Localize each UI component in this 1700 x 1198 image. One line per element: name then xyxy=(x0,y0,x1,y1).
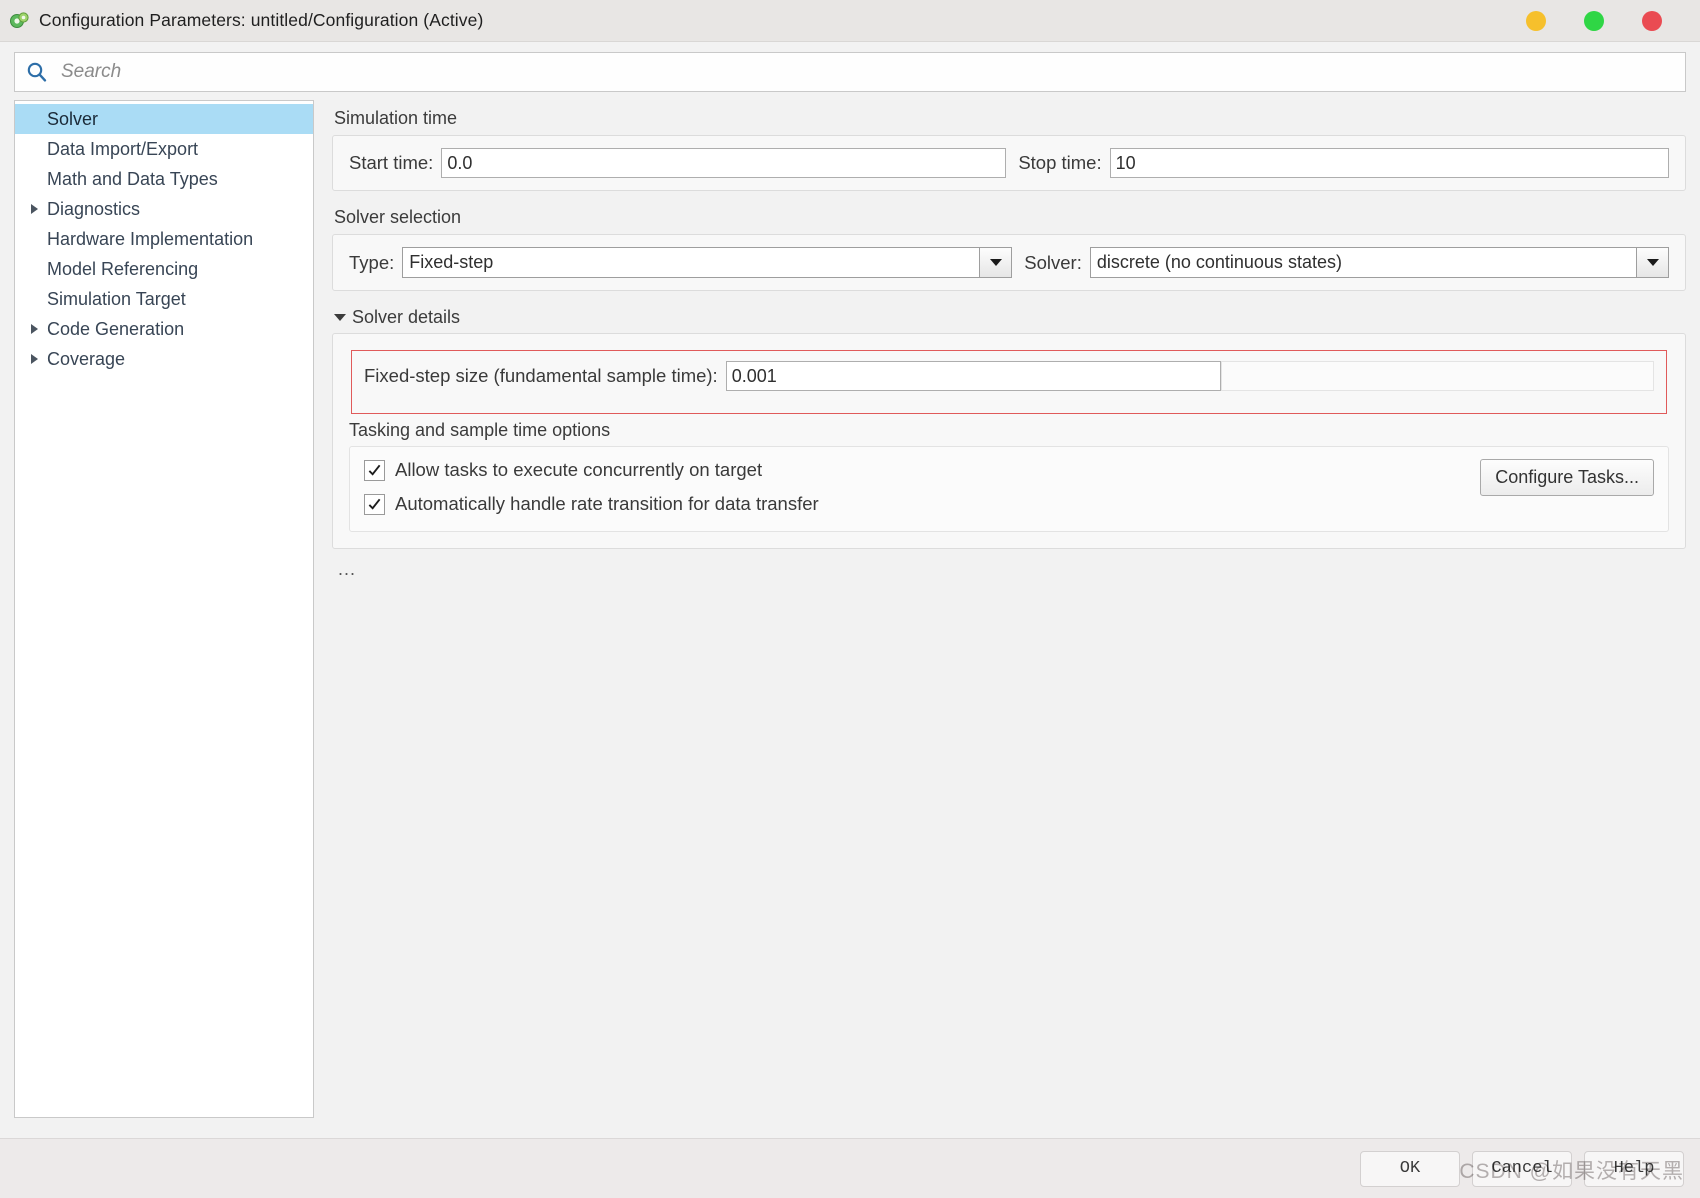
sidebar-item-label: Hardware Implementation xyxy=(47,228,254,249)
help-button[interactable]: Help xyxy=(1584,1150,1684,1187)
overflow-indicator: ... xyxy=(338,559,357,579)
tasking-options-panel: Allow tasks to execute concurrently on t… xyxy=(349,446,1669,532)
checkbox-checked-icon[interactable] xyxy=(364,459,385,481)
window-body: Solver Data Import/Export Math and Data … xyxy=(0,100,1700,1138)
chevron-down-icon[interactable] xyxy=(1636,248,1668,277)
sidebar-item-label: Coverage xyxy=(47,348,126,369)
sidebar-item-label: Simulation Target xyxy=(47,288,186,309)
sidebar-item-label: Code Generation xyxy=(47,318,185,339)
solver-details-title: Solver details xyxy=(352,307,461,327)
sidebar-item-math-and-data-types[interactable]: Math and Data Types xyxy=(15,164,313,194)
solver-type-label: Type: xyxy=(349,251,395,273)
sidebar-item-label: Solver xyxy=(47,108,99,129)
configuration-parameters-window: Configuration Parameters: untitled/Confi… xyxy=(0,0,1700,1198)
search-bar[interactable] xyxy=(14,52,1686,92)
stop-time-label: Stop time: xyxy=(1018,152,1102,173)
sidebar-item-simulation-target[interactable]: Simulation Target xyxy=(15,284,313,314)
solver-selection-title: Solver selection xyxy=(334,207,462,227)
expand-arrow-icon[interactable] xyxy=(25,324,43,334)
solver-value: discrete (no continuous states) xyxy=(1096,252,1342,272)
stop-time-input[interactable] xyxy=(1109,148,1669,178)
auto-rate-transition-checkbox-row[interactable]: Automatically handle rate transition for… xyxy=(364,493,819,515)
dialog-footer: OK Cancel Help CSDN @如果没有天黑 xyxy=(0,1138,1700,1198)
sidebar-item-label: Data Import/Export xyxy=(47,138,199,159)
solver-details-disclosure[interactable]: Solver details xyxy=(334,307,1686,328)
solver-label: Solver: xyxy=(1024,251,1082,273)
window-controls xyxy=(1526,10,1662,31)
solver-type-dropdown[interactable]: Fixed-step xyxy=(402,247,1013,278)
chevron-down-icon[interactable] xyxy=(979,248,1012,277)
title-bar: Configuration Parameters: untitled/Confi… xyxy=(0,0,1700,42)
solver-details-panel: Fixed-step size (fundamental sample time… xyxy=(332,333,1686,549)
simulink-gear-icon xyxy=(10,11,29,28)
checkbox-checked-icon[interactable] xyxy=(364,493,385,515)
fixed-step-size-label: Fixed-step size (fundamental sample time… xyxy=(364,365,718,386)
expand-arrow-icon[interactable] xyxy=(25,204,43,214)
maximize-button[interactable] xyxy=(1584,10,1604,31)
fixed-step-size-input[interactable] xyxy=(725,361,1221,391)
tasking-options-title: Tasking and sample time options xyxy=(349,420,611,440)
chevron-down-icon xyxy=(334,314,346,321)
fixed-step-size-row: Fixed-step size (fundamental sample time… xyxy=(364,361,1654,391)
close-button[interactable] xyxy=(1642,10,1662,31)
solver-pane: Simulation time Start time: Stop time: S… xyxy=(314,100,1686,1138)
sidebar-item-hardware-implementation[interactable]: Hardware Implementation xyxy=(15,224,313,254)
start-time-input[interactable] xyxy=(441,148,1007,178)
sidebar-item-label: Diagnostics xyxy=(47,198,141,219)
solver-type-value: Fixed-step xyxy=(409,252,494,272)
sidebar-item-solver[interactable]: Solver xyxy=(15,104,313,134)
solver-selection-row: Type: Fixed-step Solver: discrete (no co… xyxy=(349,247,1669,278)
ok-button[interactable]: OK xyxy=(1360,1150,1460,1187)
simulation-time-panel: Start time: Stop time: xyxy=(332,135,1686,191)
window-title: Configuration Parameters: untitled/Confi… xyxy=(39,10,484,30)
solver-selection-panel: Type: Fixed-step Solver: discrete (no co… xyxy=(332,234,1686,291)
fixed-step-size-highlight: Fixed-step size (fundamental sample time… xyxy=(351,350,1667,414)
sidebar-item-coverage[interactable]: Coverage xyxy=(15,344,313,374)
minimize-button[interactable] xyxy=(1526,10,1546,31)
search-icon xyxy=(27,62,47,82)
sidebar-item-label: Model Referencing xyxy=(47,258,199,279)
tasking-checkbox-list: Allow tasks to execute concurrently on t… xyxy=(364,459,819,515)
sidebar-item-model-referencing[interactable]: Model Referencing xyxy=(15,254,313,284)
checkbox-label: Allow tasks to execute concurrently on t… xyxy=(395,459,763,480)
expand-arrow-icon[interactable] xyxy=(25,354,43,364)
sidebar-item-code-generation[interactable]: Code Generation xyxy=(15,314,313,344)
search-bar-area xyxy=(0,42,1700,100)
sidebar-item-diagnostics[interactable]: Diagnostics xyxy=(15,194,313,224)
sidebar-item-data-import-export[interactable]: Data Import/Export xyxy=(15,134,313,164)
search-input[interactable] xyxy=(59,53,1685,91)
configure-tasks-button[interactable]: Configure Tasks... xyxy=(1480,459,1654,496)
category-tree[interactable]: Solver Data Import/Export Math and Data … xyxy=(14,100,314,1118)
checkbox-label: Automatically handle rate transition for… xyxy=(395,493,819,514)
simulation-time-title: Simulation time xyxy=(334,108,458,128)
simulation-time-row: Start time: Stop time: xyxy=(349,148,1669,178)
solver-dropdown[interactable]: discrete (no continuous states) xyxy=(1089,247,1669,278)
cancel-button[interactable]: Cancel xyxy=(1472,1150,1572,1187)
sidebar-item-label: Math and Data Types xyxy=(47,168,218,189)
allow-concurrent-tasks-checkbox-row[interactable]: Allow tasks to execute concurrently on t… xyxy=(364,459,819,481)
fixed-step-size-spacer-field xyxy=(1220,361,1654,391)
start-time-label: Start time: xyxy=(349,152,434,173)
